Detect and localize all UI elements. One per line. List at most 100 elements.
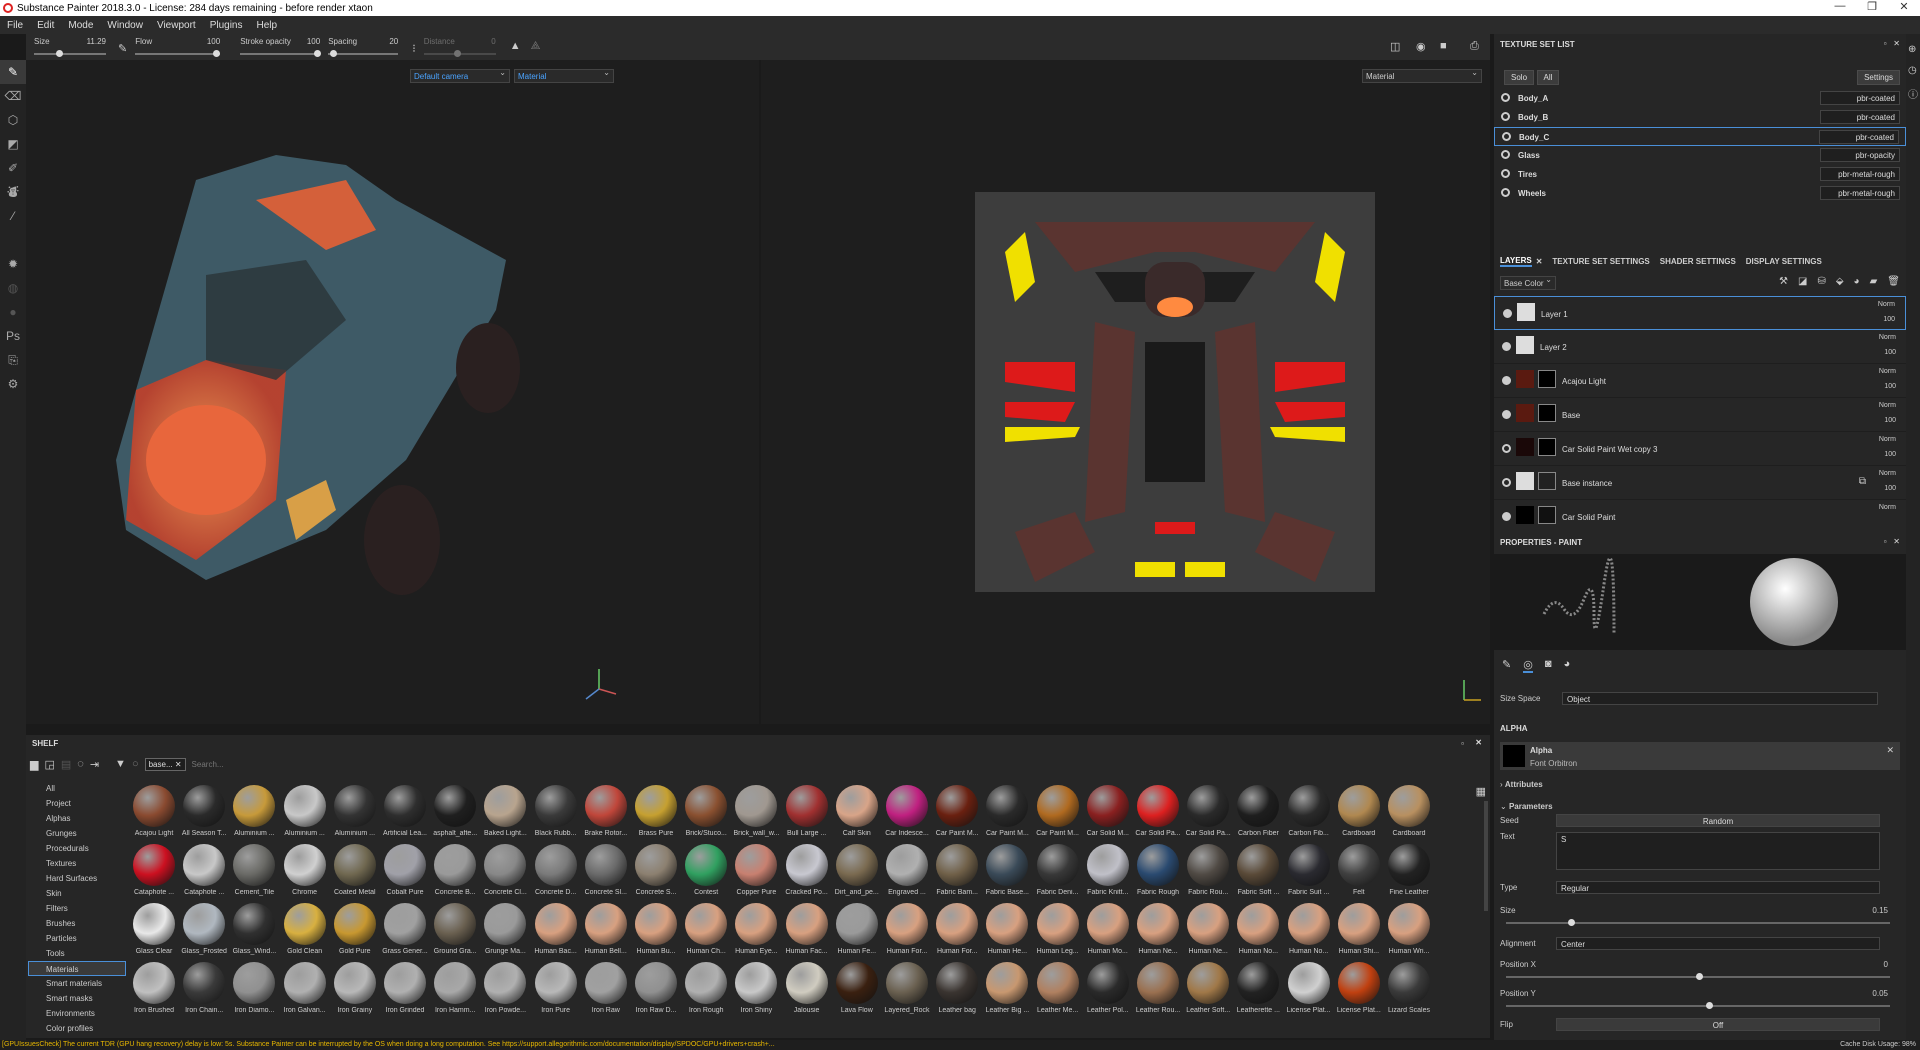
size-value[interactable]: 11.29 xyxy=(87,37,106,46)
material-item[interactable]: Human No... xyxy=(1285,903,1333,961)
material-item[interactable]: Engraved ... xyxy=(883,844,931,902)
material-item[interactable]: Jalousie xyxy=(783,962,831,1020)
camera-icon[interactable]: ◉ xyxy=(1416,40,1426,53)
position-x-value[interactable]: 0 xyxy=(1884,960,1888,969)
history-icon[interactable]: ⊕ xyxy=(1908,44,1920,55)
material-item[interactable]: Human Mo... xyxy=(1084,903,1132,961)
alpha-tab-icon[interactable]: ◎ xyxy=(1523,658,1533,673)
close-icon[interactable]: ✕ xyxy=(1888,0,1920,13)
stroke-opacity-slider[interactable]: Stroke opacity 100 xyxy=(240,34,322,60)
material-item[interactable]: Human Bac... xyxy=(532,903,580,961)
spacing-value[interactable]: 20 xyxy=(389,37,398,46)
material-item[interactable]: Glass_Wind... xyxy=(230,903,278,961)
material-item[interactable]: Brick_wall_w... xyxy=(732,785,780,843)
material-item[interactable]: Layered_Rock xyxy=(883,962,931,1020)
paint-brush-icon[interactable]: ✎ xyxy=(0,60,26,84)
texture-set-row[interactable]: Tires pbr-metal-rough xyxy=(1494,165,1906,184)
blend-mode-dropdown[interactable]: Norm xyxy=(1879,334,1896,341)
material-item[interactable]: Human He... xyxy=(983,903,1031,961)
material-item[interactable]: Carbon Fiber xyxy=(1234,785,1282,843)
import-icon[interactable]: ⇥ xyxy=(90,758,99,771)
material-item[interactable]: Aluminium ... xyxy=(331,785,379,843)
flip-toggle[interactable]: Off xyxy=(1556,1018,1880,1031)
material-item[interactable]: Lizard Scales xyxy=(1385,962,1433,1020)
visibility-icon[interactable] xyxy=(1501,93,1510,102)
material-item[interactable]: Contest xyxy=(682,844,730,902)
material-item[interactable]: Bull Large ... xyxy=(783,785,831,843)
parameters-toggle[interactable]: ⌄ Parameters xyxy=(1500,802,1900,811)
blend-mode-dropdown[interactable]: Norm xyxy=(1879,436,1896,443)
symmetry-icon[interactable]: ▲ xyxy=(510,40,521,52)
tab-layers[interactable]: LAYERS xyxy=(1500,256,1532,267)
video-icon[interactable]: ■ xyxy=(1440,40,1447,52)
shader-dropdown[interactable]: pbr-opacity xyxy=(1820,148,1900,162)
material-item[interactable]: Car Paint M... xyxy=(1034,785,1082,843)
distance-value[interactable]: 0 xyxy=(491,37,495,46)
material-item[interactable]: Ground Gra... xyxy=(431,903,479,961)
material-item[interactable]: Iron Powde... xyxy=(481,962,529,1020)
shelf-category[interactable]: Particles xyxy=(26,931,126,946)
material-item[interactable]: Cement_Tile xyxy=(230,844,278,902)
size-slider[interactable]: Size 11.29 xyxy=(34,34,106,60)
visibility-icon[interactable] xyxy=(1502,132,1511,141)
shelf-category[interactable]: Brushes xyxy=(26,916,126,931)
shelf-scrollbar[interactable] xyxy=(1484,801,1488,911)
all-button[interactable]: All xyxy=(1536,70,1560,85)
material-item[interactable]: Concrete S... xyxy=(632,844,680,902)
channel-dropdown[interactable]: Base Color xyxy=(1500,275,1556,290)
material-item[interactable]: Fabric Knitt... xyxy=(1084,844,1132,902)
layer-visibility-icon[interactable] xyxy=(1503,309,1512,318)
layer-row[interactable]: Layer 2 Norm 100 xyxy=(1494,330,1906,364)
material-item[interactable]: License Plat... xyxy=(1285,962,1333,1020)
shelf-category[interactable]: Alphas xyxy=(26,811,126,826)
material-item[interactable]: Human No... xyxy=(1234,903,1282,961)
stroke-opacity-value[interactable]: 100 xyxy=(307,37,320,46)
material-item[interactable]: Fabric Bam... xyxy=(933,844,981,902)
material-item[interactable]: asphalt_afte... xyxy=(431,785,479,843)
layer-visibility-icon[interactable] xyxy=(1502,376,1511,385)
texture-set-list-close-icon[interactable]: ▫ ✕ xyxy=(1884,39,1900,48)
shader-dropdown[interactable]: pbr-coated xyxy=(1820,91,1900,105)
shelf-category[interactable]: Smart materials xyxy=(26,976,126,991)
menu-edit[interactable]: Edit xyxy=(30,20,61,31)
position-y-slider[interactable] xyxy=(1506,1002,1890,1009)
smudge-icon[interactable]: ✐ xyxy=(0,156,26,180)
shelf-category[interactable]: Color profiles xyxy=(26,1021,126,1036)
save-icon[interactable]: ▤ xyxy=(61,758,71,771)
alpha-size-value[interactable]: 0.15 xyxy=(1872,906,1888,915)
add-folder-icon[interactable]: ▰ xyxy=(1870,276,1878,287)
photoshop-export-icon[interactable]: Ps xyxy=(0,324,26,348)
material-item[interactable]: Fabric Soft ... xyxy=(1234,844,1282,902)
shader-dropdown[interactable]: pbr-coated xyxy=(1819,130,1899,144)
material-item[interactable]: Human Ch... xyxy=(682,903,730,961)
spacing-slider[interactable]: Spacing 20 xyxy=(328,34,399,60)
flow-slider[interactable]: Flow 100 xyxy=(135,34,221,60)
material-item[interactable]: Human Eye... xyxy=(732,903,780,961)
refresh-icon[interactable]: ○ xyxy=(132,758,139,770)
material-item[interactable]: Concrete D... xyxy=(532,844,580,902)
layer-visibility-icon[interactable] xyxy=(1502,512,1511,521)
material-item[interactable]: Human Wri... xyxy=(1385,903,1433,961)
blend-mode-dropdown[interactable]: Norm xyxy=(1878,301,1895,308)
material-item[interactable]: Iron Chain... xyxy=(180,962,228,1020)
material-item[interactable]: Iron Rough xyxy=(682,962,730,1020)
material-item[interactable]: Concrete Cl... xyxy=(481,844,529,902)
material-item[interactable]: Human Leg... xyxy=(1034,903,1082,961)
material-item[interactable]: Concrete B... xyxy=(431,844,479,902)
shelf-float-icon[interactable]: ▫ xyxy=(1461,739,1464,748)
material-item[interactable]: Human Bell... xyxy=(582,903,630,961)
symmetry-settings-icon[interactable]: ⟁ xyxy=(531,40,541,53)
color-picker-icon[interactable]: ⁄ xyxy=(0,204,26,228)
material-item[interactable]: All Season T... xyxy=(180,785,228,843)
layer-opacity[interactable]: 100 xyxy=(1884,349,1896,356)
material-item[interactable]: Iron Brushed xyxy=(130,962,178,1020)
material-item[interactable]: Leather Me... xyxy=(1034,962,1082,1020)
material-item[interactable]: Human Ne... xyxy=(1184,903,1232,961)
bake-icon[interactable]: ✹ xyxy=(0,252,26,276)
layer-visibility-icon[interactable] xyxy=(1502,444,1511,453)
material-item[interactable]: Coated Metal xyxy=(331,844,379,902)
blend-mode-dropdown[interactable]: Norm xyxy=(1879,470,1896,477)
layer-opacity[interactable]: 100 xyxy=(1884,383,1896,390)
material-item[interactable]: Fabric Deni... xyxy=(1034,844,1082,902)
shader-dropdown[interactable]: pbr-metal-rough xyxy=(1820,167,1900,181)
